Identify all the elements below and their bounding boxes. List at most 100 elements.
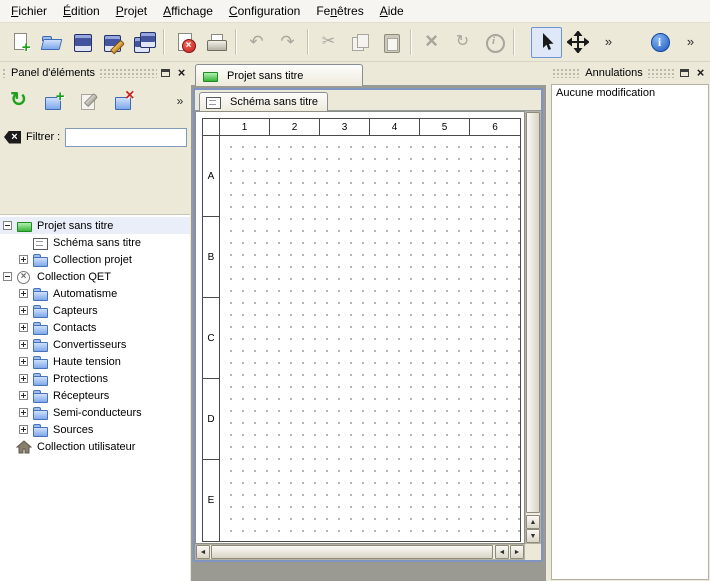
qet-collection-icon (16, 270, 33, 284)
menu-item[interactable]: Édition (55, 0, 108, 22)
tree-expander-icon[interactable] (19, 340, 28, 349)
save-as-button[interactable] (97, 27, 128, 58)
toolbar-overflow-icon[interactable] (172, 94, 188, 108)
tree-expander-icon[interactable] (19, 289, 28, 298)
diagram-content: 123456 ABCDE (195, 111, 541, 560)
save-button[interactable] (66, 27, 97, 58)
scroll-down-button[interactable] (526, 529, 540, 543)
clear-filter-icon[interactable] (4, 131, 21, 144)
cut-icon (318, 31, 340, 53)
scroll-left-button-2[interactable] (495, 545, 509, 559)
folder-icon (32, 287, 49, 301)
filter-input[interactable] (65, 128, 187, 147)
toolbar-separator (513, 29, 515, 55)
new-project-button[interactable] (4, 27, 35, 58)
close-panel-button[interactable] (693, 66, 708, 80)
scroll-left-button[interactable] (196, 545, 210, 559)
folder-icon (32, 321, 49, 335)
save-all-button[interactable] (128, 27, 159, 58)
tab-diagram[interactable]: Schéma sans titre (199, 92, 328, 111)
close-panel-button[interactable] (174, 66, 189, 80)
filter-label: Filtrer : (26, 131, 60, 143)
float-panel-button[interactable] (677, 66, 692, 80)
tree-expander-icon[interactable] (3, 221, 12, 230)
vertical-scrollbar[interactable] (525, 111, 541, 544)
column-header: 1 (220, 119, 270, 135)
toolbar-overflow-right-button[interactable] (675, 27, 706, 58)
tree-item[interactable]: Collection utilisateur (0, 438, 190, 455)
tree-expander-icon[interactable] (19, 374, 28, 383)
tree-item-label: Collection QET (37, 271, 111, 283)
tree-expander-icon[interactable] (19, 357, 28, 366)
menu-item[interactable]: Configuration (221, 0, 308, 22)
pan-mode-button[interactable] (562, 27, 593, 58)
tree-expander-icon[interactable] (19, 306, 28, 315)
diagram-icon (205, 95, 222, 109)
tree-item-label: Haute tension (53, 356, 121, 368)
row-header: C (203, 298, 219, 379)
scrollbar-corner (525, 544, 541, 560)
new-element-button[interactable] (38, 86, 69, 116)
tree-expander-icon[interactable] (19, 408, 28, 417)
undo-panel-header[interactable]: Annulations (550, 64, 710, 81)
folder-icon (32, 389, 49, 403)
reload-collections-button[interactable] (3, 86, 34, 116)
elements-panel-header[interactable]: Panel d'éléments (0, 64, 191, 81)
tree-item-label: Convertisseurs (53, 339, 126, 351)
undo-list-item[interactable]: Aucune modification (552, 85, 708, 101)
scroll-right-button[interactable] (510, 545, 524, 559)
tree-expander-icon[interactable] (19, 255, 28, 264)
dock-grip[interactable] (552, 68, 581, 78)
diagram-viewport[interactable]: 123456 ABCDE (195, 111, 525, 544)
open-project-button[interactable] (35, 27, 66, 58)
tree-expander-icon[interactable] (19, 425, 28, 434)
tree-expander-icon[interactable] (19, 391, 28, 400)
tree-item[interactable]: Collection projet (0, 251, 190, 268)
tree-expander-icon[interactable] (19, 323, 28, 332)
menu-item[interactable]: Affichage (155, 0, 221, 22)
tree-item[interactable]: Haute tension (0, 353, 190, 370)
tree-item[interactable]: Schéma sans titre (0, 234, 190, 251)
tree-item[interactable]: Récepteurs (0, 387, 190, 404)
print-button[interactable] (200, 27, 231, 58)
tree-item[interactable]: Sources (0, 421, 190, 438)
horizontal-scrollbar[interactable] (195, 544, 525, 560)
tree-item[interactable]: Protections (0, 370, 190, 387)
scroll-up-button[interactable] (526, 515, 540, 529)
float-panel-button[interactable] (158, 66, 173, 80)
tab-project[interactable]: Projet sans titre (195, 64, 363, 86)
dock-grip[interactable] (99, 68, 157, 78)
row-header: B (203, 217, 219, 298)
tree-item[interactable]: Collection QET (0, 268, 190, 285)
menu-item[interactable]: Aide (372, 0, 412, 22)
tree-expander-icon[interactable] (3, 272, 12, 281)
toolbar-buttons (4, 27, 624, 58)
project-tabbar: Projet sans titre (191, 62, 546, 86)
delete-element-button[interactable] (108, 86, 139, 116)
hscroll-thumb[interactable] (211, 545, 493, 559)
vscroll-thumb[interactable] (526, 112, 540, 513)
about-button[interactable] (644, 27, 675, 58)
cursor-arrow-icon (536, 31, 558, 53)
select-mode-button[interactable] (531, 27, 562, 58)
tree-item[interactable]: Automatisme (0, 285, 190, 302)
close-project-button[interactable] (169, 27, 200, 58)
menu-item[interactable]: Fichier (3, 0, 55, 22)
menubar: FichierÉditionProjetAffichageConfigurati… (0, 0, 710, 23)
tree-item-label: Schéma sans titre (53, 237, 141, 249)
tree-item[interactable]: Projet sans titre (0, 217, 190, 234)
dock-grip[interactable] (647, 68, 676, 78)
undo-button (241, 27, 272, 58)
elements-panel-title: Panel d'éléments (7, 67, 99, 79)
paste-button (375, 27, 406, 58)
edit-element-icon (78, 90, 100, 112)
tree-item[interactable]: Convertisseurs (0, 336, 190, 353)
undo-list: Aucune modification (551, 84, 709, 580)
tree-item[interactable]: Capteurs (0, 302, 190, 319)
menu-item[interactable]: Projet (108, 0, 155, 22)
grid-cells[interactable] (220, 136, 520, 541)
tree-item[interactable]: Contacts (0, 319, 190, 336)
tree-item[interactable]: Semi-conducteurs (0, 404, 190, 421)
menu-item[interactable]: Fenêtres (308, 0, 371, 22)
toolbar-overflow-button[interactable] (593, 27, 624, 58)
